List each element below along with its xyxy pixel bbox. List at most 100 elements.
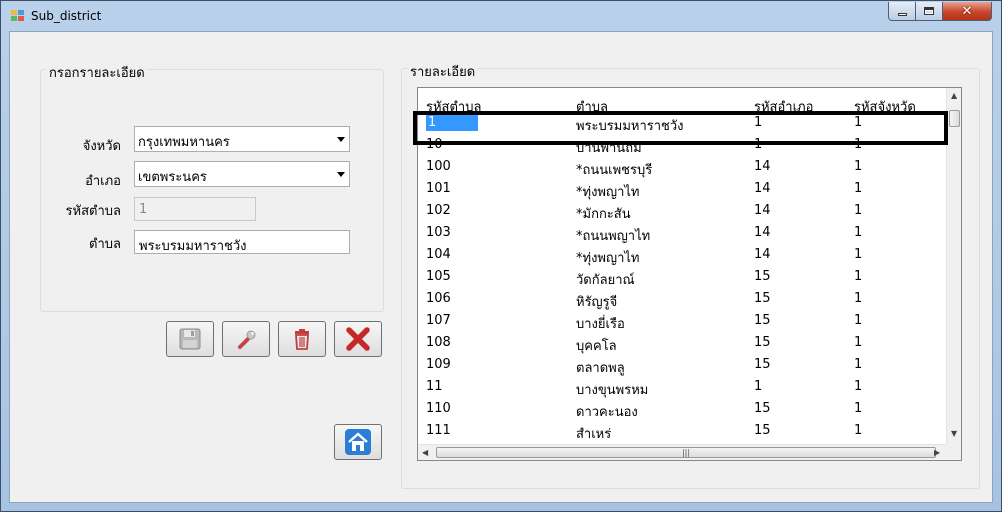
table-row[interactable]: 11 บางขุนพรหม 1 1: [418, 376, 946, 398]
table-row[interactable]: 101 *ทุ่งพญาไท 14 1: [418, 178, 946, 200]
province-value: กรุงเทพมหานคร: [138, 135, 230, 150]
scroll-up-arrow-icon[interactable]: ▲: [951, 91, 957, 100]
horizontal-scroll-thumb[interactable]: |||: [436, 447, 936, 458]
vertical-scroll-thumb[interactable]: [949, 110, 960, 127]
cell-district-code[interactable]: 15: [754, 357, 771, 372]
table-row[interactable]: 111 สำเหร่ 15 1: [418, 420, 946, 442]
cell-district-code[interactable]: 14: [754, 225, 771, 240]
table-row[interactable]: 110 ดาวคะนอง 15 1: [418, 398, 946, 420]
trash-icon: [295, 329, 309, 350]
cell-subdistrict-code[interactable]: 107: [426, 313, 451, 328]
edit-button[interactable]: [222, 321, 270, 357]
cell-district-code[interactable]: 15: [754, 291, 771, 306]
close-button[interactable]: ✕: [942, 2, 992, 21]
cell-subdistrict-code[interactable]: 111: [426, 423, 451, 438]
window-title: Sub_district: [31, 9, 102, 23]
grid-body: 1 พระบรมมหาราชวัง 1 1 10 บ้านพานถม 1 1 100 *ถนนเพ…: [418, 112, 946, 442]
cell-subdistrict-name[interactable]: *ถนนพญาไท: [576, 225, 650, 246]
table-row[interactable]: 108 บุคคโล 15 1: [418, 332, 946, 354]
cell-subdistrict-name[interactable]: บางขุนพรหม: [576, 379, 648, 400]
vertical-scrollbar[interactable]: ▲ ▼: [946, 88, 961, 444]
cell-district-code[interactable]: 14: [754, 181, 771, 196]
close-icon: ✕: [961, 3, 973, 19]
cell-province-code[interactable]: 1: [854, 225, 862, 240]
cell-province-code[interactable]: 1: [854, 247, 862, 262]
scrollbar-corner: [946, 444, 961, 460]
cell-subdistrict-name[interactable]: *ทุ่งพญาไท: [576, 247, 639, 268]
table-row[interactable]: 105 วัดกัลยาณ์ 15 1: [418, 266, 946, 288]
scroll-down-arrow-icon[interactable]: ▼: [951, 429, 957, 438]
province-combobox[interactable]: กรุงเทพมหานคร: [134, 126, 350, 152]
subdistrict-code-field: 1: [134, 197, 256, 221]
table-row[interactable]: 104 *ทุ่งพญาไท 14 1: [418, 244, 946, 266]
cell-district-code[interactable]: 15: [754, 401, 771, 416]
cell-district-code[interactable]: 15: [754, 423, 771, 438]
cell-province-code[interactable]: 1: [854, 423, 862, 438]
cell-subdistrict-code[interactable]: 100: [426, 159, 451, 174]
cell-district-code[interactable]: 15: [754, 269, 771, 284]
cell-subdistrict-code[interactable]: 109: [426, 357, 451, 372]
scroll-left-arrow-icon[interactable]: ◀: [422, 448, 428, 457]
cell-district-code[interactable]: 1: [754, 379, 762, 394]
maximize-button[interactable]: [915, 2, 943, 21]
cell-province-code[interactable]: 1: [854, 379, 862, 394]
minimize-button[interactable]: [888, 2, 916, 21]
horizontal-scrollbar[interactable]: ◀ ||| ▶: [418, 444, 946, 460]
cell-subdistrict-name[interactable]: *ทุ่งพญาไท: [576, 181, 639, 202]
cell-subdistrict-name[interactable]: บางยี่เรือ: [576, 313, 625, 334]
delete-button[interactable]: [278, 321, 326, 357]
cell-province-code[interactable]: 1: [854, 291, 862, 306]
cell-province-code[interactable]: 1: [854, 159, 862, 174]
table-row[interactable]: 109 ตลาดพลู 15 1: [418, 354, 946, 376]
floppy-disk-icon: [179, 328, 201, 350]
table-row[interactable]: 103 *ถนนพญาไท 14 1: [418, 222, 946, 244]
table-row[interactable]: 100 *ถนนเพชรบุรี 14 1: [418, 156, 946, 178]
subdistrict-code-value: 1: [139, 202, 148, 217]
cell-subdistrict-code[interactable]: 11: [426, 379, 443, 394]
cell-province-code[interactable]: 1: [854, 335, 862, 350]
cell-subdistrict-code[interactable]: 103: [426, 225, 451, 240]
cell-subdistrict-name[interactable]: วัดกัลยาณ์: [576, 269, 635, 290]
cell-subdistrict-code[interactable]: 102: [426, 203, 451, 218]
chevron-down-icon[interactable]: [337, 137, 345, 142]
cell-subdistrict-code[interactable]: 104: [426, 247, 451, 262]
cell-district-code[interactable]: 15: [754, 313, 771, 328]
scroll-right-arrow-icon[interactable]: ▶: [934, 448, 940, 457]
title-bar[interactable]: Sub_district ✕: [1, 1, 1001, 31]
cell-province-code[interactable]: 1: [854, 313, 862, 328]
save-button[interactable]: [166, 321, 214, 357]
cell-province-code[interactable]: 1: [854, 181, 862, 196]
cell-district-code[interactable]: 15: [754, 335, 771, 350]
cell-subdistrict-name[interactable]: หิรัญรูจี: [576, 291, 617, 312]
cell-district-code[interactable]: 14: [754, 203, 771, 218]
cell-subdistrict-name[interactable]: *ถนนเพชรบุรี: [576, 159, 652, 180]
district-combobox[interactable]: เขตพระนคร: [134, 161, 350, 187]
home-button[interactable]: [334, 424, 382, 460]
cell-subdistrict-code[interactable]: 105: [426, 269, 451, 284]
cell-subdistrict-code[interactable]: 106: [426, 291, 451, 306]
cell-subdistrict-name[interactable]: ตลาดพลู: [576, 357, 625, 378]
table-row[interactable]: 106 หิรัญรูจี 15 1: [418, 288, 946, 310]
table-row[interactable]: 102 *มักกะสัน 14 1: [418, 200, 946, 222]
cell-subdistrict-code[interactable]: 108: [426, 335, 451, 350]
cell-province-code[interactable]: 1: [854, 269, 862, 284]
cell-province-code[interactable]: 1: [854, 357, 862, 372]
app-window-icon: [11, 10, 25, 22]
cancel-button[interactable]: [334, 321, 382, 357]
cell-district-code[interactable]: 14: [754, 159, 771, 174]
cell-subdistrict-name[interactable]: *มักกะสัน: [576, 203, 631, 224]
district-label: อำเภอ: [85, 174, 121, 189]
subdistrict-name-value: พระบรมมหาราชวัง: [139, 239, 247, 254]
subdistrict-name-field[interactable]: พระบรมมหาราชวัง: [134, 230, 350, 254]
cell-subdistrict-name[interactable]: ดาวคะนอง: [576, 401, 638, 422]
cell-subdistrict-code[interactable]: 110: [426, 401, 451, 416]
cell-subdistrict-code[interactable]: 101: [426, 181, 451, 196]
table-row[interactable]: 107 บางยี่เรือ 15 1: [418, 310, 946, 332]
cell-district-code[interactable]: 14: [754, 247, 771, 262]
cell-province-code[interactable]: 1: [854, 401, 862, 416]
cell-subdistrict-name[interactable]: บุคคโล: [576, 335, 617, 356]
cell-province-code[interactable]: 1: [854, 203, 862, 218]
chevron-down-icon[interactable]: [337, 172, 345, 177]
grid-header: รหัสตำบล ตำบล รหัสอำเภอ รหัสจังหวัด: [418, 88, 946, 115]
cell-subdistrict-name[interactable]: สำเหร่: [576, 423, 611, 444]
